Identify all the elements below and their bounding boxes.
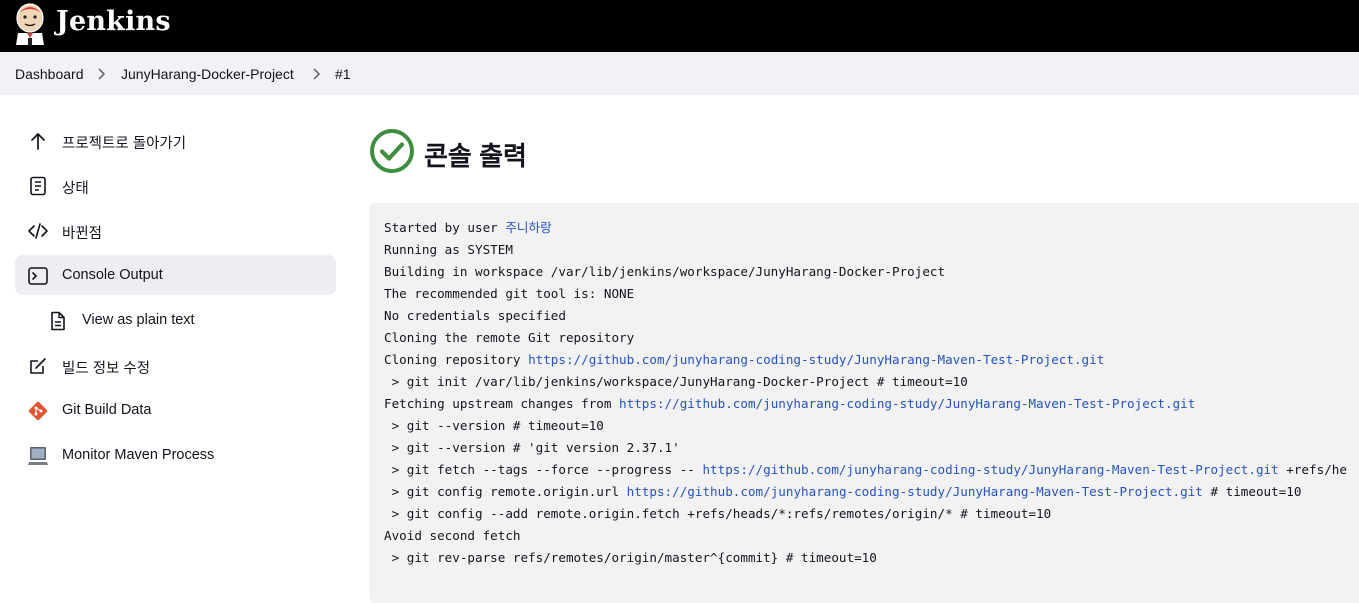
- console-line: Cloning repository https://github.com/ju…: [384, 349, 1347, 371]
- console-line-text: > git rev-parse refs/remotes/origin/mast…: [384, 550, 877, 565]
- console-line: > git init /var/lib/jenkins/workspace/Ju…: [384, 371, 1347, 393]
- terminal-icon: [28, 267, 48, 285]
- chevron-right-icon: [98, 68, 106, 80]
- top-header: Jenkins: [0, 0, 1359, 52]
- console-line: Building in workspace /var/lib/jenkins/w…: [384, 261, 1347, 283]
- console-line-text: > git fetch --tags --force --progress --: [384, 462, 703, 477]
- git-icon: [28, 401, 48, 421]
- text-file-icon: [51, 311, 65, 331]
- console-link[interactable]: https://github.com/junyharang-coding-stu…: [627, 484, 1203, 499]
- sidebar-item-label: 빌드 정보 수정: [62, 361, 151, 377]
- sidebar-item-label: 바뀐점: [62, 226, 103, 242]
- console-line-text: > git config --add remote.origin.fetch +…: [384, 506, 1052, 521]
- console-line-text: > git --version # 'git version 2.37.1': [384, 440, 680, 455]
- console-output-panel: Started by user 주니하랑 Running as SYSTEM Bui…: [369, 203, 1359, 603]
- sidebar-item-label: Monitor Maven Process: [62, 447, 215, 463]
- console-line-text: Building in workspace /var/lib/jenkins/w…: [384, 264, 946, 279]
- sidebar-item-git-build-data[interactable]: Git Build Data: [15, 390, 336, 430]
- edit-icon: [30, 358, 46, 374]
- console-line: > git rev-parse refs/remotes/origin/mast…: [384, 547, 1347, 569]
- console-line-text: Started by user: [384, 220, 506, 235]
- sidebar-item-label: View as plain text: [82, 312, 195, 328]
- sidebar-item-view-plain-text[interactable]: View as plain text: [35, 300, 336, 340]
- document-icon: [30, 176, 46, 196]
- console-line-suffix: +refs/he: [1278, 462, 1347, 477]
- console-line: > git --version # 'git version 2.37.1': [384, 437, 1347, 459]
- console-line-text: > git init /var/lib/jenkins/workspace/Ju…: [384, 374, 968, 389]
- chevron-right-icon: [313, 68, 321, 80]
- console-lines: Started by user 주니하랑 Running as SYSTEM Bui…: [384, 217, 1347, 569]
- console-line: The recommended git tool is: NONE: [384, 283, 1347, 305]
- jenkins-brand[interactable]: Jenkins: [56, 6, 171, 37]
- console-link[interactable]: https://github.com/junyharang-coding-stu…: [702, 462, 1278, 477]
- breadcrumb: Dashboard JunyHarang-Docker-Project #1: [0, 52, 1359, 95]
- sidebar-item-changes[interactable]: 바뀐점: [15, 210, 336, 250]
- breadcrumb-dashboard[interactable]: Dashboard: [15, 66, 84, 82]
- sidebar-item-monitor-maven[interactable]: Monitor Maven Process: [15, 435, 336, 475]
- sidebar-item-label: 프로젝트로 돌아가기: [62, 136, 187, 152]
- console-line-text: The recommended git tool is: NONE: [384, 286, 635, 301]
- console-link[interactable]: 주니하랑: [505, 220, 551, 235]
- console-link[interactable]: https://github.com/junyharang-coding-stu…: [528, 352, 1104, 367]
- console-line-text: > git config remote.origin.url: [384, 484, 627, 499]
- console-line: No credentials specified: [384, 305, 1347, 327]
- console-line-text: Running as SYSTEM: [384, 242, 513, 257]
- sidebar-item-label: Console Output: [62, 267, 163, 283]
- computer-icon: [28, 447, 48, 465]
- console-line: Running as SYSTEM: [384, 239, 1347, 261]
- sidebar-item-back-to-project[interactable]: 프로젝트로 돌아가기: [15, 120, 336, 160]
- code-icon: [28, 223, 48, 239]
- console-line: Fetching upstream changes from https://g…: [384, 393, 1347, 415]
- sidebar-item-edit-build-info[interactable]: 빌드 정보 수정: [15, 345, 336, 385]
- console-line: > git --version # timeout=10: [384, 415, 1347, 437]
- console-line: Started by user 주니하랑: [384, 217, 1347, 239]
- console-line: > git config --add remote.origin.fetch +…: [384, 503, 1347, 525]
- console-line: Cloning the remote Git repository: [384, 327, 1347, 349]
- console-line-suffix: # timeout=10: [1202, 484, 1302, 499]
- console-line-text: > git --version # timeout=10: [384, 418, 604, 433]
- console-line: > git fetch --tags --force --progress --…: [384, 459, 1347, 481]
- console-line: > git config remote.origin.url https://g…: [384, 481, 1347, 503]
- breadcrumb-project[interactable]: JunyHarang-Docker-Project: [121, 66, 294, 82]
- sidebar-item-status[interactable]: 상태: [15, 165, 336, 205]
- console-line-text: Avoid second fetch: [384, 528, 521, 543]
- console-line-text: Cloning the remote Git repository: [384, 330, 635, 345]
- console-link[interactable]: https://github.com/junyharang-coding-stu…: [619, 396, 1195, 411]
- sidebar-item-label: Git Build Data: [62, 402, 152, 418]
- sidebar-item-console-output[interactable]: Console Output: [15, 255, 336, 295]
- console-line: Avoid second fetch: [384, 525, 1347, 547]
- breadcrumb-build[interactable]: #1: [335, 66, 351, 82]
- console-line-text: Cloning repository: [384, 352, 529, 367]
- arrow-up-icon: [31, 132, 45, 150]
- console-line-text: Fetching upstream changes from: [384, 396, 620, 411]
- page-title: 콘솔 출력: [424, 141, 527, 171]
- sidebar-item-label: 상태: [62, 181, 89, 197]
- console-line-text: No credentials specified: [384, 308, 566, 323]
- success-check-icon: [370, 129, 414, 173]
- jenkins-logo-icon[interactable]: [14, 3, 46, 45]
